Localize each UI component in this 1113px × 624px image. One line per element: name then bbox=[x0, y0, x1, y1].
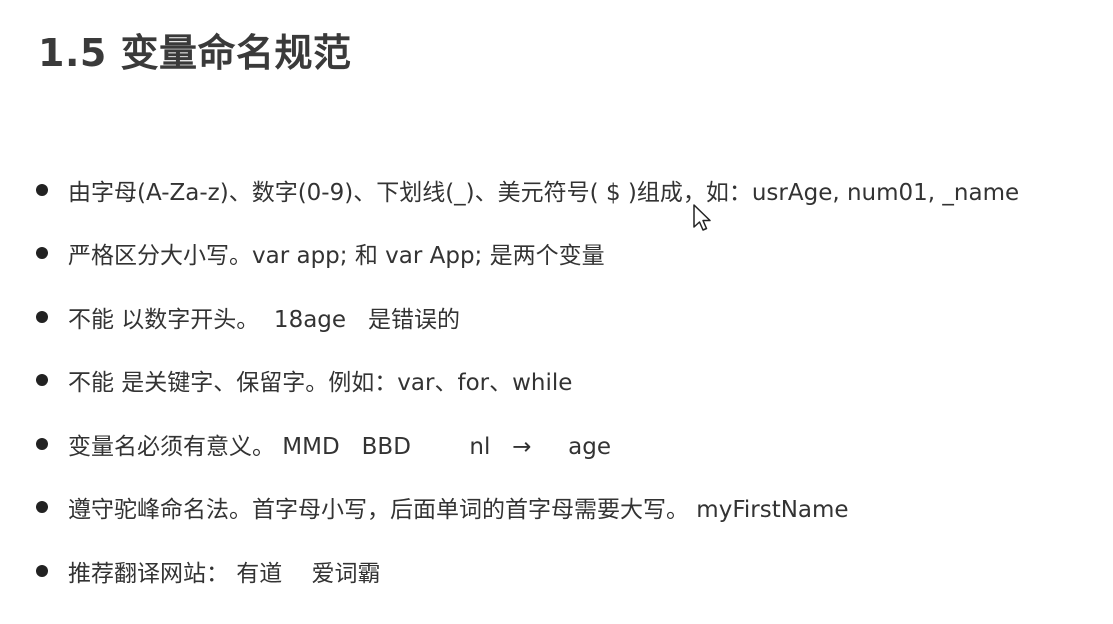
bullet-dot-icon bbox=[36, 183, 48, 196]
bullet-item: 遵守驼峰命名法。首字母小写，后面单词的首字母需要大写。 myFirstName bbox=[36, 476, 1019, 540]
bullet-item: 由字母(A-Za-z)、数字(0-9)、下划线(_)、美元符号( $ )组成，如… bbox=[36, 158, 1019, 222]
bullet-item: 严格区分大小写。var app; 和 var App; 是两个变量 bbox=[36, 222, 1019, 286]
bullet-dot-icon bbox=[36, 437, 48, 450]
bullet-dot-icon bbox=[36, 247, 48, 260]
bullet-text: 推荐翻译网站： 有道 爱词霸 bbox=[68, 560, 381, 587]
bullet-dot-icon bbox=[36, 374, 48, 387]
bullet-item: 变量名必须有意义。 MMD BBD nl → age bbox=[36, 412, 1019, 476]
bullet-dot-icon bbox=[36, 564, 48, 577]
bullet-text: 遵守驼峰命名法。首字母小写，后面单词的首字母需要大写。 myFirstName bbox=[68, 497, 849, 524]
bullet-text: 变量名必须有意义。 MMD BBD nl → age bbox=[68, 433, 611, 460]
bullet-dot-icon bbox=[36, 501, 48, 514]
bullet-item: 不能 以数字开头。 18age 是错误的 bbox=[36, 285, 1019, 349]
bullet-list: 由字母(A-Za-z)、数字(0-9)、下划线(_)、美元符号( $ )组成，如… bbox=[36, 158, 1019, 603]
mouse-pointer-icon bbox=[693, 204, 711, 231]
bullet-item: 不能 是关键字、保留字。例如：var、for、while bbox=[36, 349, 1019, 413]
bullet-text: 由字母(A-Za-z)、数字(0-9)、下划线(_)、美元符号( $ )组成，如… bbox=[68, 179, 1020, 206]
bullet-item: 推荐翻译网站： 有道 爱词霸 bbox=[36, 539, 1019, 603]
bullet-text: 严格区分大小写。var app; 和 var App; 是两个变量 bbox=[68, 243, 605, 270]
bullet-text: 不能 是关键字、保留字。例如：var、for、while bbox=[68, 370, 573, 397]
page-title: 1.5 变量命名规范 bbox=[38, 31, 352, 75]
slide: 1.5 变量命名规范 由字母(A-Za-z)、数字(0-9)、下划线(_)、美元… bbox=[0, 0, 1113, 624]
bullet-text: 不能 以数字开头。 18age 是错误的 bbox=[68, 306, 460, 333]
bullet-dot-icon bbox=[36, 310, 48, 323]
